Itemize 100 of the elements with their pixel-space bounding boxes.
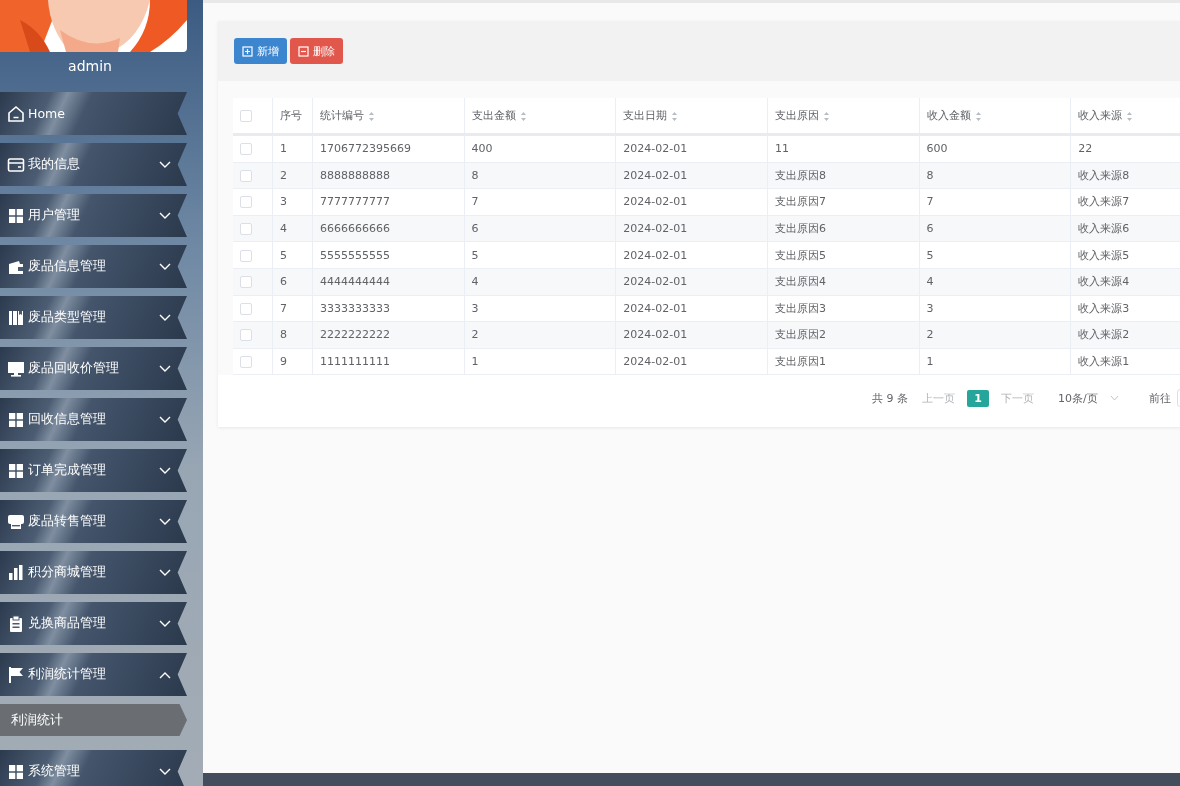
table-cell: 4: [926, 275, 934, 289]
column-header: 序号: [279, 109, 302, 122]
table-cell: 支出原因2: [774, 328, 826, 342]
menu-item[interactable]: 回收信息管理: [0, 398, 187, 441]
table-cell: 1: [471, 355, 479, 369]
table-cell: 2024-02-01: [623, 195, 688, 209]
row-checkbox[interactable]: [240, 143, 252, 156]
table-cell: 收入来源1: [1078, 355, 1130, 369]
sort-icon: [1126, 110, 1134, 122]
table-cell: 支出原因6: [774, 222, 826, 236]
row-checkbox[interactable]: [240, 276, 252, 289]
menu-item[interactable]: 废品回收价管理: [0, 347, 187, 390]
table-cell: 支出原因1: [774, 355, 826, 369]
clipboard-icon: [7, 614, 25, 633]
flag-icon: [7, 665, 25, 684]
home-icon: [7, 104, 25, 123]
table-cell: 5: [279, 248, 287, 262]
page-size-select[interactable]: 10条/页: [1058, 390, 1119, 406]
table-cell: 3: [926, 301, 934, 315]
menu-item[interactable]: 废品信息管理: [0, 245, 187, 288]
table-cell: 支出原因4: [774, 275, 826, 289]
sort-icon: [367, 110, 375, 122]
username: admin: [67, 57, 113, 76]
submenu-item[interactable]: 利润统计: [0, 704, 187, 736]
add-button[interactable]: 新增: [234, 38, 287, 64]
menu-item[interactable]: 我的信息: [0, 143, 187, 186]
grid-icon: [7, 206, 25, 225]
menu-item[interactable]: 用户管理: [0, 194, 187, 237]
table-cell: 8: [926, 168, 934, 182]
column-header: 支出金额: [471, 109, 516, 122]
menu-item[interactable]: 利润统计管理: [0, 653, 187, 696]
table-cell: 11: [774, 142, 789, 156]
table-cell: 收入来源6: [1078, 222, 1130, 236]
sort-icon: [822, 110, 830, 122]
row-checkbox[interactable]: [240, 169, 252, 182]
table-cell: 支出原因8: [774, 168, 826, 182]
column-header: 支出原因: [774, 109, 819, 122]
plus-square-icon: [242, 45, 253, 57]
table-cell: 2024-02-01: [623, 248, 688, 262]
table-cell: 7: [926, 195, 934, 209]
table-cell: 4444444444: [319, 275, 390, 289]
table-cell: 1: [279, 142, 287, 156]
table-cell: 8: [471, 168, 479, 182]
table-cell: 收入来源4: [1078, 275, 1130, 289]
column-header: 统计编号: [319, 109, 364, 122]
menu-item[interactable]: 废品转售管理: [0, 500, 187, 543]
table-cell: 3: [279, 195, 287, 209]
table-cell: 1: [926, 355, 934, 369]
row-checkbox[interactable]: [240, 223, 252, 236]
grid-icon: [7, 461, 25, 480]
table-cell: 5: [926, 248, 934, 262]
table-cell: 600: [926, 142, 948, 156]
table-cell: 2222222222: [319, 328, 390, 342]
table-cell: 收入来源8: [1078, 168, 1130, 182]
table-cell: 2: [471, 328, 479, 342]
grid-icon: [7, 762, 25, 781]
total-count: 共 9 条: [872, 390, 908, 406]
column-header: 收入来源: [1078, 109, 1123, 122]
menu-item[interactable]: 订单完成管理: [0, 449, 187, 492]
row-checkbox[interactable]: [240, 356, 252, 369]
table-cell: 2024-02-01: [623, 355, 688, 369]
table-cell: 3: [471, 301, 479, 315]
select-all-checkbox[interactable]: [240, 110, 252, 122]
menu-item[interactable]: 兑换商品管理: [0, 602, 187, 645]
table-cell: 2024-02-01: [623, 222, 688, 236]
table-cell: 支出原因7: [774, 195, 826, 209]
delete-button[interactable]: 删除: [290, 38, 343, 64]
column-header: 支出日期: [623, 109, 668, 122]
table-cell: 收入来源3: [1078, 301, 1130, 315]
table-cell: 22: [1078, 142, 1093, 156]
table-cell: 支出原因3: [774, 301, 826, 315]
table-cell: 6: [926, 222, 934, 236]
table-cell: 1111111111: [319, 355, 390, 369]
table-cell: 2024-02-01: [623, 328, 688, 342]
table-cell: 3333333333: [319, 301, 390, 315]
table-cell: 2: [279, 168, 287, 182]
table-cell: 7: [279, 301, 287, 315]
table-cell: 8: [279, 328, 287, 342]
minus-square-icon: [298, 45, 309, 57]
table-cell: 8888888888: [319, 168, 390, 182]
table-cell: 6: [279, 275, 287, 289]
menu-item[interactable]: 废品类型管理: [0, 296, 187, 339]
table-cell: 2024-02-01: [623, 275, 688, 289]
menu-item[interactable]: 积分商城管理: [0, 551, 187, 594]
row-checkbox[interactable]: [240, 329, 252, 342]
bar-chart-icon: [7, 563, 25, 582]
row-checkbox[interactable]: [240, 249, 252, 262]
goto-label: 前往: [1148, 390, 1171, 406]
sort-icon: [974, 110, 982, 122]
table-cell: 收入来源7: [1078, 195, 1130, 209]
table-cell: 收入来源2: [1078, 328, 1130, 342]
row-checkbox[interactable]: [240, 302, 252, 315]
menu-item[interactable]: Home: [0, 92, 187, 135]
table-cell: 9: [279, 355, 287, 369]
menu-item[interactable]: 系统管理: [0, 750, 187, 786]
column-header: 收入金额: [926, 109, 971, 122]
table-cell: 支出原因5: [774, 248, 826, 262]
table-cell: 收入来源5: [1078, 248, 1130, 262]
row-checkbox[interactable]: [240, 196, 252, 209]
monitor-icon: [7, 359, 25, 378]
